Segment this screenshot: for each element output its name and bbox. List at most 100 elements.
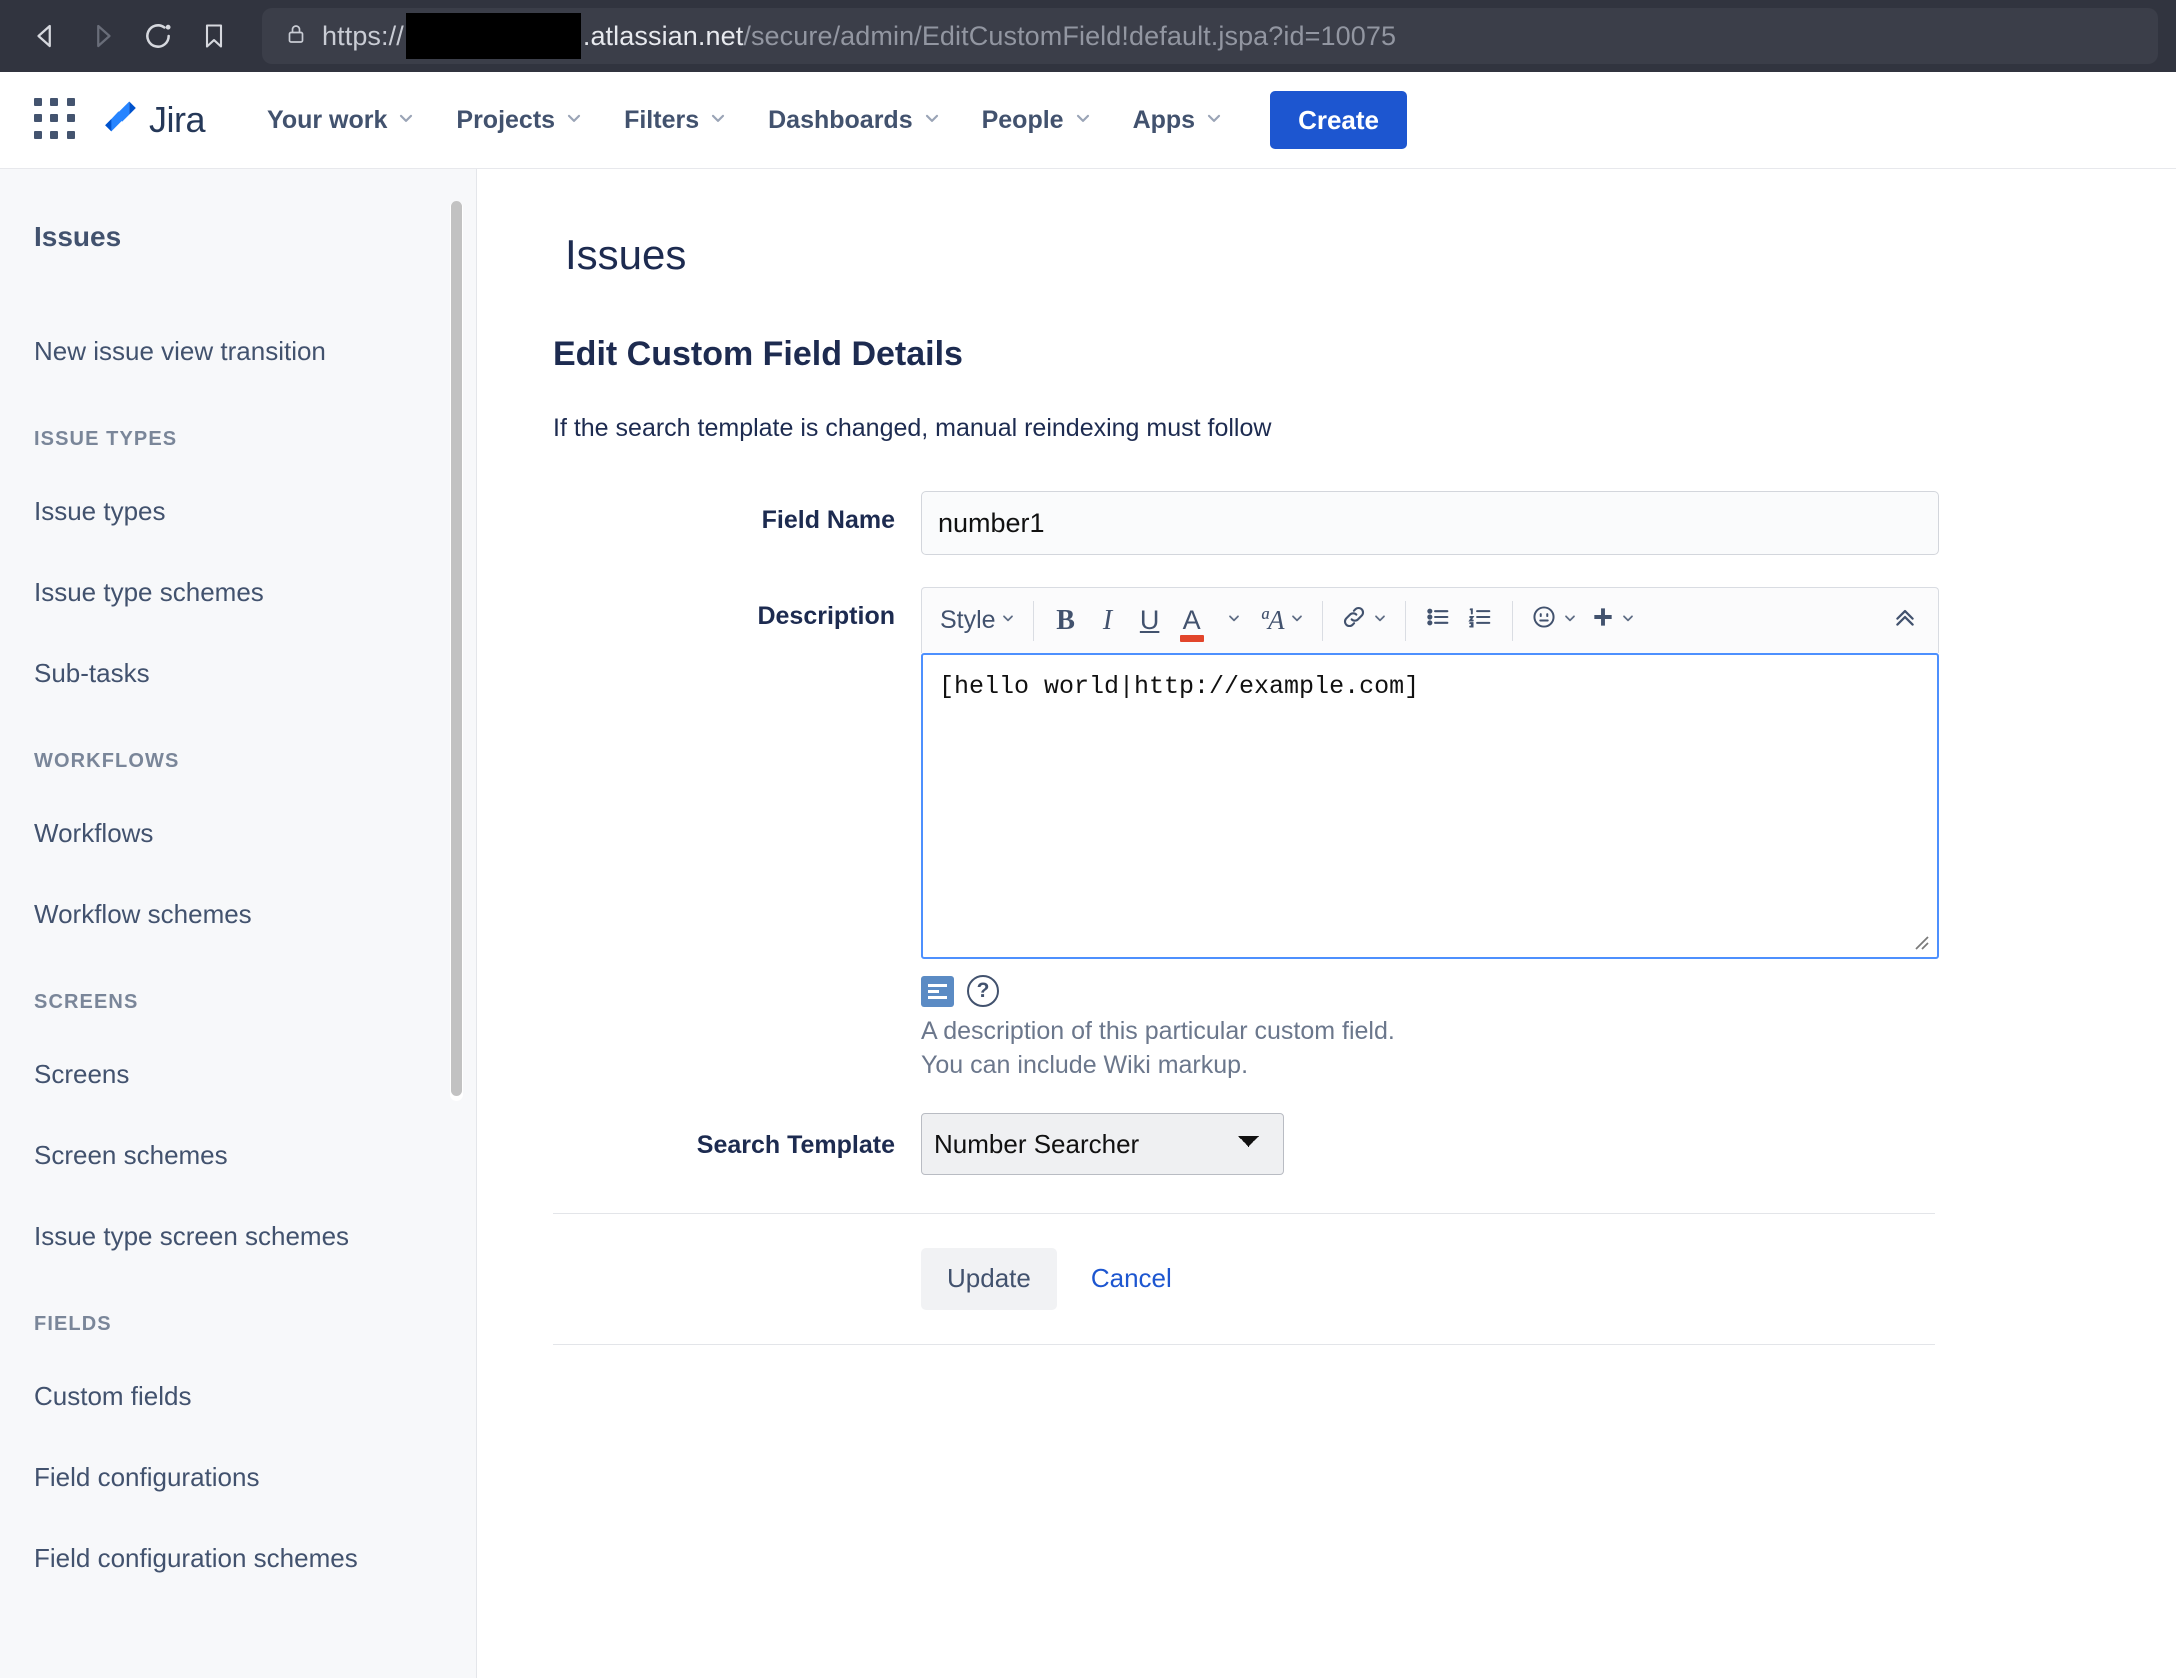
link-button[interactable] xyxy=(1334,596,1394,646)
sidebar-item-sub-tasks[interactable]: Sub-tasks xyxy=(0,633,476,714)
sidebar-item-issue-type-screen-schemes[interactable]: Issue type screen schemes xyxy=(0,1196,476,1277)
bottom-divider xyxy=(553,1343,1935,1345)
form-button-row: Update Cancel xyxy=(553,1214,2176,1344)
underline-button[interactable]: U xyxy=(1129,596,1171,646)
bookmark-icon[interactable] xyxy=(186,8,242,64)
description-help-line-2: You can include Wiki markup. xyxy=(921,1050,1249,1079)
chevron-down-icon xyxy=(708,106,728,135)
chevron-double-up-icon xyxy=(1892,604,1918,637)
page-title: Issues xyxy=(565,231,687,278)
sidebar-item-label: Sub-tasks xyxy=(34,658,150,688)
sidebar-item-screen-schemes[interactable]: Screen schemes xyxy=(0,1115,476,1196)
text-color-button[interactable]: A xyxy=(1171,596,1213,646)
sidebar-item-custom-fields[interactable]: Custom fields xyxy=(0,1356,476,1437)
chevron-down-icon xyxy=(1073,106,1093,135)
sidebar-item-label: New issue view transition xyxy=(34,336,326,366)
help-question-icon[interactable]: ? xyxy=(967,975,999,1007)
chevron-down-icon xyxy=(1372,610,1388,631)
url-scheme: https:// xyxy=(322,20,404,51)
italic-button[interactable]: I xyxy=(1087,596,1129,646)
emoji-button[interactable] xyxy=(1524,596,1584,646)
numbered-list-button[interactable] xyxy=(1459,596,1501,646)
insert-more-button[interactable] xyxy=(1584,596,1642,646)
sidebar-heading-fields: FIELDS xyxy=(34,1313,112,1335)
topnav-label: People xyxy=(981,105,1064,134)
topnav-label: Dashboards xyxy=(768,105,913,134)
bold-button[interactable]: B xyxy=(1045,596,1087,646)
wiki-preview-icon[interactable] xyxy=(921,975,954,1007)
search-template-select[interactable]: Number Searcher xyxy=(921,1112,1284,1175)
chevron-down-icon xyxy=(1289,610,1305,631)
sidebar-scrollbar-thumb[interactable] xyxy=(451,201,462,1096)
sidebar-heading-screens: SCREENS xyxy=(34,991,139,1013)
more-text-styles-label: ªA xyxy=(1260,605,1285,635)
page-body: Issues New issue view transition ISSUE T… xyxy=(0,169,2176,1678)
sidebar-scrollbar[interactable] xyxy=(450,201,463,1101)
editor-toolbar: Style B I U A ªA xyxy=(921,587,1939,653)
chevron-down-icon xyxy=(1204,106,1224,135)
toolbar-divider xyxy=(1404,600,1406,641)
sidebar-item-label: Workflows xyxy=(34,818,154,848)
address-bar-url: https:// .atlassian.net/secure/admin/Edit… xyxy=(322,13,1396,59)
link-icon xyxy=(1340,603,1368,638)
topnav-item-filters[interactable]: Filters xyxy=(604,92,748,148)
collapse-toolbar-button[interactable] xyxy=(1884,596,1926,646)
search-template-label: Search Template xyxy=(696,1130,895,1159)
sidebar-item-label: Issue types xyxy=(34,496,166,526)
field-name-input[interactable] xyxy=(921,491,1939,555)
topnav-label: Your work xyxy=(267,105,388,134)
lock-icon xyxy=(284,22,308,51)
numbered-list-icon xyxy=(1466,603,1494,638)
jira-logo[interactable]: Jira xyxy=(100,99,206,141)
description-textarea[interactable] xyxy=(921,653,1939,959)
description-help-line-1: A description of this particular custom … xyxy=(921,1017,1395,1045)
text-color-dropdown[interactable] xyxy=(1213,596,1255,646)
style-dropdown-label: Style xyxy=(940,606,996,634)
sidebar-item-field-configurations[interactable]: Field configurations xyxy=(0,1437,476,1518)
sidebar-item-new-issue-view-transition[interactable]: New issue view transition xyxy=(0,311,476,392)
update-button[interactable]: Update xyxy=(921,1247,1057,1310)
chevron-down-icon xyxy=(1226,610,1242,631)
field-name-label: Field Name xyxy=(761,506,895,534)
chevron-down-icon xyxy=(922,106,942,135)
sidebar-item-workflow-schemes[interactable]: Workflow schemes xyxy=(0,874,476,955)
topnav-item-projects[interactable]: Projects xyxy=(436,92,604,148)
topnav-item-apps[interactable]: Apps xyxy=(1113,92,1245,148)
url-path: /secure/admin/EditCustomField!default.js… xyxy=(743,20,1397,51)
address-bar[interactable]: https:// .atlassian.net/secure/admin/Edit… xyxy=(262,8,2158,64)
url-host: .atlassian.net xyxy=(582,20,744,51)
reindex-hint-text: If the search template is changed, manua… xyxy=(553,414,1272,442)
sidebar-item-screens[interactable]: Screens xyxy=(0,1034,476,1115)
back-arrow-icon[interactable] xyxy=(18,8,74,64)
bullet-list-button[interactable] xyxy=(1417,596,1459,646)
sidebar-title: Issues xyxy=(34,221,122,252)
topnav-item-dashboards[interactable]: Dashboards xyxy=(748,92,961,148)
description-row: Description Style B I U A ªA [hello worl… xyxy=(553,587,2176,1083)
emoji-icon xyxy=(1530,603,1558,638)
reload-icon[interactable] xyxy=(130,8,186,64)
cancel-link[interactable]: Cancel xyxy=(1091,1263,1172,1294)
topnav-item-people[interactable]: People xyxy=(962,92,1113,148)
toolbar-divider xyxy=(1032,600,1034,641)
sidebar-item-label: Workflow schemes xyxy=(34,899,252,929)
sidebar-item-issue-types[interactable]: Issue types xyxy=(0,471,476,552)
topnav-item-your-work[interactable]: Your work xyxy=(247,92,436,148)
sidebar-item-workflows[interactable]: Workflows xyxy=(0,793,476,874)
sidebar-item-issue-type-schemes[interactable]: Issue type schemes xyxy=(0,552,476,633)
create-button[interactable]: Create xyxy=(1270,91,1408,149)
topnav-label: Apps xyxy=(1132,105,1196,134)
url-redaction-block xyxy=(405,13,581,59)
more-text-styles-button[interactable]: ªA xyxy=(1255,596,1311,646)
app-switcher-grid-icon[interactable] xyxy=(34,98,78,142)
main-content: Issues Edit Custom Field Details If the … xyxy=(477,169,2176,1678)
chevron-down-icon xyxy=(396,106,416,135)
chevron-down-icon xyxy=(1000,610,1016,631)
text-color-label: A xyxy=(1182,605,1201,635)
style-dropdown-button[interactable]: Style xyxy=(934,596,1022,646)
field-name-row: Field Name xyxy=(553,491,2176,555)
toolbar-divider xyxy=(1511,600,1513,641)
sidebar-item-field-configuration-schemes[interactable]: Field configuration schemes xyxy=(0,1518,476,1599)
topnav-label: Filters xyxy=(624,105,700,134)
sidebar-item-label: Field configuration schemes xyxy=(34,1543,358,1573)
search-template-row: Search Template Number Searcher xyxy=(553,1112,2176,1175)
